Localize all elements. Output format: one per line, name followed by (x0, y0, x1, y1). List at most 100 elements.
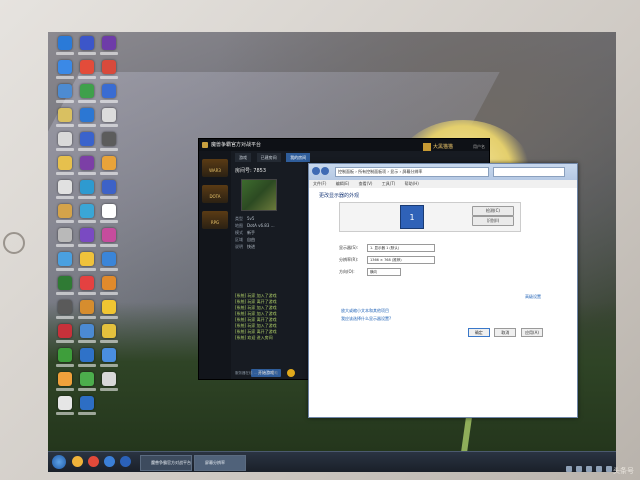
app-icon[interactable] (120, 456, 131, 467)
game-nav-rpg[interactable]: RPG (202, 211, 228, 229)
desktop-app-icon[interactable] (54, 108, 76, 127)
menu-file[interactable]: 文件(F) (313, 181, 326, 186)
desktop-app-icon[interactable] (54, 372, 76, 391)
desktop-app-icon[interactable] (76, 84, 98, 103)
text-size-link[interactable]: 放大或缩小文本和其他项目 (341, 308, 389, 314)
desktop-app-icon[interactable] (54, 348, 76, 367)
desktop-app-icon[interactable] (76, 132, 98, 151)
apply-button[interactable]: 应用(A) (521, 328, 543, 337)
desktop-app-icon[interactable] (98, 204, 120, 223)
icon-label-blur (78, 268, 96, 271)
tab-rooms[interactable]: 已建房间 (256, 153, 281, 162)
address-bar[interactable]: 控制面板 › 所有控制面板项 › 显示 › 屏幕分辨率 (335, 167, 489, 177)
desktop-app-icon[interactable] (54, 60, 76, 79)
search-input[interactable] (493, 167, 565, 177)
resolution-select[interactable]: 1366 × 768 (推荐) (367, 256, 435, 264)
game-titlebar: 魔兽争霸官方对战平台 大黑猫猫 用户名 (199, 139, 489, 151)
ok-button[interactable]: 确定 (467, 328, 490, 337)
desktop-app-icon[interactable] (76, 108, 98, 127)
explorer-icon[interactable] (72, 456, 83, 467)
desktop-app-icon[interactable] (76, 324, 98, 343)
start-button[interactable] (52, 455, 66, 469)
desktop-app-icon[interactable] (54, 84, 76, 103)
icon-label-blur (56, 244, 74, 247)
desktop-app-icon[interactable] (98, 300, 120, 319)
desktop-app-icon[interactable] (54, 156, 76, 175)
desktop-app-icon[interactable] (98, 108, 120, 127)
tray-icon[interactable] (576, 466, 582, 472)
desktop-app-icon[interactable] (98, 156, 120, 175)
icon-label-blur (78, 124, 96, 127)
desktop-app-icon[interactable] (76, 156, 98, 175)
browser-icon[interactable] (88, 456, 99, 467)
desktop-app-icon[interactable] (76, 300, 98, 319)
desktop-app-icon[interactable] (54, 204, 76, 223)
game-user[interactable]: 大黑猫猫 (422, 141, 453, 153)
menu-help[interactable]: 帮助(H) (405, 181, 419, 186)
menu-edit[interactable]: 编辑(E) (336, 181, 350, 186)
desktop-app-icon[interactable] (54, 228, 76, 247)
desktop-app-icon[interactable] (54, 324, 76, 343)
menu-view[interactable]: 查看(V) (359, 181, 373, 186)
game-nav-dota[interactable]: DOTA (202, 185, 228, 203)
app-glyph-icon (80, 396, 94, 410)
desktop-app-icon[interactable] (54, 300, 76, 319)
desktop-app-icon[interactable] (76, 204, 98, 223)
back-arrow-icon[interactable] (312, 167, 320, 175)
desktop-app-icon[interactable] (54, 252, 76, 271)
desktop-app-icon[interactable] (98, 276, 120, 295)
desktop-app-icon[interactable] (98, 60, 120, 79)
tray-icon[interactable] (606, 466, 612, 472)
desktop-app-icon[interactable] (76, 180, 98, 199)
desktop-app-icon[interactable] (76, 396, 98, 415)
desktop-app-icon[interactable] (54, 180, 76, 199)
taskbar-item-resolution[interactable]: 屏幕分辨率 (194, 455, 246, 471)
desktop-app-icon[interactable] (76, 228, 98, 247)
app-glyph-icon (58, 36, 72, 50)
desktop-app-icon[interactable] (76, 60, 98, 79)
desktop-app-icon[interactable] (54, 276, 76, 295)
desktop-app-icon[interactable] (54, 36, 76, 55)
monitor-1[interactable]: 1 (400, 205, 424, 229)
tray-icon[interactable] (596, 466, 602, 472)
taskbar-item-game[interactable]: 魔兽争霸官方对战平台 (140, 455, 192, 471)
menu-tools[interactable]: 工具(T) (382, 181, 396, 186)
tray-icon[interactable] (586, 466, 592, 472)
desktop-app-icon[interactable] (98, 324, 120, 343)
desktop-app-icon[interactable] (54, 132, 76, 151)
display-select[interactable]: 1. 显示器 1 (默认) (367, 244, 435, 252)
cancel-button[interactable]: 取消 (494, 328, 517, 337)
desktop-app-icon[interactable] (54, 396, 76, 415)
game-account-label[interactable]: 用户名 (473, 141, 485, 153)
app-glyph-icon (80, 228, 94, 242)
orientation-select[interactable]: 横向 (367, 268, 401, 276)
identify-button[interactable]: 识别(I) (472, 216, 514, 226)
advanced-settings-link[interactable]: 高级设置 (525, 294, 541, 300)
desktop-app-icon[interactable] (98, 372, 120, 391)
desktop-app-icon[interactable] (76, 276, 98, 295)
desktop-app-icon[interactable] (98, 84, 120, 103)
desktop-app-icon[interactable] (98, 36, 120, 55)
desktop-app-icon[interactable] (98, 228, 120, 247)
desktop-app-icon[interactable] (76, 372, 98, 391)
desktop-app-icon[interactable] (76, 36, 98, 55)
home-button[interactable] (3, 232, 25, 254)
forward-arrow-icon[interactable] (321, 167, 329, 175)
tray-icon[interactable] (566, 466, 572, 472)
desktop-app-icon[interactable] (76, 348, 98, 367)
tab-my-room[interactable]: 我的房间 (286, 153, 311, 162)
ie-icon[interactable] (104, 456, 115, 467)
tab-game[interactable]: 游戏 (235, 153, 251, 162)
desktop-app-icon[interactable] (98, 348, 120, 367)
monitor-number: 1 (409, 212, 415, 222)
desktop-app-icon[interactable] (98, 180, 120, 199)
desktop-app-icon[interactable] (98, 132, 120, 151)
desktop-app-icon[interactable] (98, 252, 120, 271)
game-nav-war3[interactable]: WAR3 (202, 159, 228, 177)
info-value: DotA v6.83 … (247, 223, 275, 228)
detect-button[interactable]: 检测(C) (472, 206, 514, 216)
app-glyph-icon (58, 156, 72, 170)
cp-content: 更改显示器的外观 1 检测(C) 识别(I) 显示器(S): 1. 显示器 1 (… (309, 188, 577, 417)
display-help-link[interactable]: 我应该选择什么显示器设置? (341, 316, 391, 322)
desktop-app-icon[interactable] (76, 252, 98, 271)
